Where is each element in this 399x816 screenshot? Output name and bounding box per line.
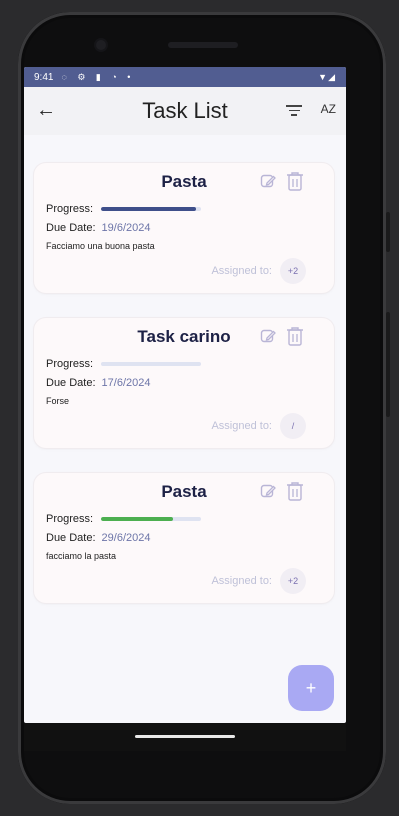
trash-icon[interactable]: [286, 481, 304, 501]
progress-label: Progress:: [46, 358, 94, 370]
progress-bar: [101, 207, 202, 211]
due-label: Due Date:: [46, 377, 96, 389]
progress-fill: [101, 207, 197, 211]
assigned-row: Assigned to: +2: [211, 258, 306, 284]
app-bar: ← Task List AZ: [24, 87, 346, 135]
signal-battery-icon: ▼◢: [318, 71, 336, 82]
status-bar: 9:41 ◌ ⚙ ▮ ◔ • ▼◢: [24, 67, 346, 87]
edit-icon[interactable]: [260, 173, 276, 189]
assigned-label: Assigned to:: [211, 265, 272, 277]
due-row: Due Date: 17/6/2024: [46, 377, 150, 389]
home-gesture-pill[interactable]: [135, 735, 235, 738]
due-date-value: 19/6/2024: [101, 222, 151, 234]
system-nav-bar: [24, 723, 346, 751]
due-date-value: 17/6/2024: [101, 377, 151, 389]
add-task-button[interactable]: +: [288, 665, 334, 711]
task-card[interactable]: Pasta Progress: Due Date: 19/6/2024 Facci…: [34, 163, 334, 293]
edit-icon[interactable]: [260, 483, 276, 499]
progress-row: Progress:: [46, 203, 202, 215]
power-button: [386, 312, 390, 417]
sort-az-button[interactable]: AZ: [321, 102, 336, 116]
status-time: 9:41: [34, 71, 54, 83]
progress-label: Progress:: [46, 203, 94, 215]
edit-icon[interactable]: [260, 328, 276, 344]
progress-bar: [101, 517, 202, 521]
task-description: facciamo la pasta: [46, 551, 117, 561]
app-screen: 9:41 ◌ ⚙ ▮ ◔ • ▼◢ ← Task List AZ Pasta P…: [24, 67, 346, 723]
due-date-value: 29/6/2024: [101, 532, 151, 544]
filter-icon[interactable]: [286, 102, 302, 119]
assigned-label: Assigned to:: [211, 575, 272, 587]
assigned-avatar-badge[interactable]: +2: [280, 258, 306, 284]
progress-fill: [101, 517, 174, 521]
task-card[interactable]: Pasta Progress: Due Date: 29/6/2024 facci…: [34, 473, 334, 603]
assigned-avatar-badge[interactable]: +2: [280, 568, 306, 594]
assigned-row: Assigned to: +2: [211, 568, 306, 594]
progress-label: Progress:: [46, 513, 94, 525]
speaker-grille: [168, 42, 238, 48]
task-card[interactable]: Task carino Progress: Due Date: 17/6/2024…: [34, 318, 334, 448]
progress-row: Progress:: [46, 513, 202, 525]
assigned-avatar-badge[interactable]: /: [280, 413, 306, 439]
trash-icon[interactable]: [286, 171, 304, 191]
trash-icon[interactable]: [286, 326, 304, 346]
task-description: Facciamo una buona pasta: [46, 241, 155, 251]
status-icons: ◌ ⚙ ▮ ◔ •: [61, 71, 135, 82]
assigned-row: Assigned to: /: [211, 413, 306, 439]
progress-row: Progress:: [46, 358, 202, 370]
due-row: Due Date: 19/6/2024: [46, 222, 150, 234]
due-label: Due Date:: [46, 532, 96, 544]
due-label: Due Date:: [46, 222, 96, 234]
front-camera: [96, 40, 106, 50]
task-description: Forse: [46, 396, 70, 406]
due-row: Due Date: 29/6/2024: [46, 532, 150, 544]
volume-button: [386, 212, 390, 252]
assigned-label: Assigned to:: [211, 420, 272, 432]
progress-bar: [101, 362, 202, 366]
